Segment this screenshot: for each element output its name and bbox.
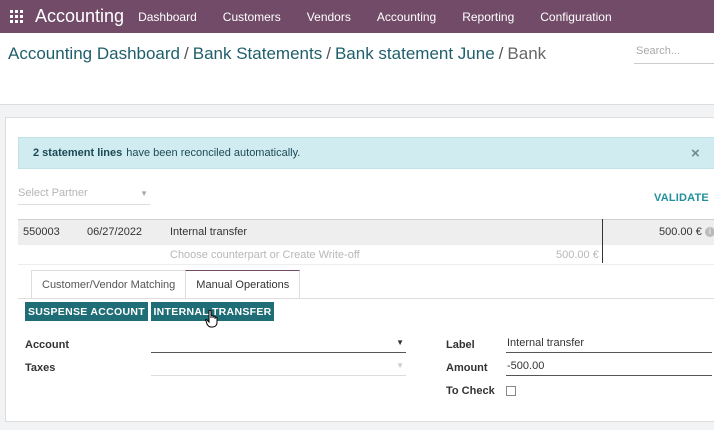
to-check-label: To Check <box>446 385 495 397</box>
breadcrumb-current: Bank <box>507 44 547 63</box>
partner-select[interactable]: Select Partner ▼ <box>18 187 150 205</box>
statement-line[interactable]: 550003 06/27/2022 Internal transfer 500.… <box>18 219 714 245</box>
menu-dashboard[interactable]: Dashboard <box>138 10 197 24</box>
amount-field[interactable]: -500.00 <box>506 358 712 376</box>
taxes-field[interactable]: ▼ <box>151 358 406 376</box>
to-check-checkbox[interactable] <box>506 386 516 396</box>
label-field[interactable]: Internal transfer <box>506 335 712 353</box>
breadcrumb-bank-statements[interactable]: Bank Statements <box>193 44 322 63</box>
tab-customer-vendor-matching[interactable]: Customer/Vendor Matching <box>31 270 187 298</box>
statement-label: Internal transfer <box>170 226 248 238</box>
breadcrumb-bank-statement-june[interactable]: Bank statement June <box>335 44 495 63</box>
breadcrumb: Accounting Dashboard / Bank Statements / Ban… <box>8 44 547 63</box>
tabs: Customer/Vendor Matching Manual Operatio… <box>31 270 301 298</box>
tab-divider <box>18 298 714 299</box>
reconciled-alert: 2 statement lines have been reconciled a… <box>18 137 714 169</box>
menu-configuration[interactable]: Configuration <box>540 10 611 24</box>
counterpart-line[interactable]: Choose counterpart or Create Write-off 5… <box>18 245 714 265</box>
taxes-label: Taxes <box>25 362 56 374</box>
statement-amount-wrap: 500.00 € i <box>659 226 714 238</box>
partner-placeholder: Select Partner <box>18 187 88 199</box>
account-field[interactable]: ▼ <box>151 335 406 353</box>
close-icon[interactable]: × <box>691 145 700 162</box>
tab-manual-operations[interactable]: Manual Operations <box>185 270 301 298</box>
alert-text: have been reconciled automatically. <box>126 147 301 159</box>
chevron-down-icon: ▼ <box>396 338 404 347</box>
account-label: Account <box>25 339 69 351</box>
info-icon[interactable]: i <box>704 227 714 238</box>
counterpart-amount: 500.00 € <box>556 249 599 261</box>
app-name[interactable]: Accounting <box>35 6 124 27</box>
search-input[interactable]: Search... <box>634 44 714 64</box>
menu-customers[interactable]: Customers <box>223 10 281 24</box>
reconciliation-sheet: 2 statement lines have been reconciled a… <box>5 117 714 422</box>
menu-accounting[interactable]: Accounting <box>377 10 436 24</box>
hand-cursor-icon <box>205 310 218 328</box>
validate-button[interactable]: VALIDATE <box>654 192 709 204</box>
menu-reporting[interactable]: Reporting <box>462 10 514 24</box>
control-panel: Accounting Dashboard / Bank Statements / Ban… <box>0 33 714 105</box>
statement-ref: 550003 <box>23 226 60 238</box>
suspense-account-button[interactable]: SUSPENSE ACCOUNT <box>25 302 148 321</box>
chevron-down-icon: ▼ <box>140 189 148 198</box>
amount-label: Amount <box>446 362 488 374</box>
label-label: Label <box>446 339 475 351</box>
menu-vendors[interactable]: Vendors <box>307 10 351 24</box>
statement-date: 06/27/2022 <box>87 226 143 238</box>
breadcrumb-accounting-dashboard[interactable]: Accounting Dashboard <box>8 44 180 63</box>
counterpart-placeholder: Choose counterpart or Create Write-off <box>170 249 360 261</box>
alert-count: 2 statement lines <box>33 147 123 159</box>
statement-amount: 500.00 € <box>659 226 702 238</box>
top-navbar: Accounting Dashboard Customers Vendors A… <box>0 0 714 33</box>
chevron-down-icon: ▼ <box>396 361 404 370</box>
apps-menu-icon[interactable] <box>0 0 33 33</box>
